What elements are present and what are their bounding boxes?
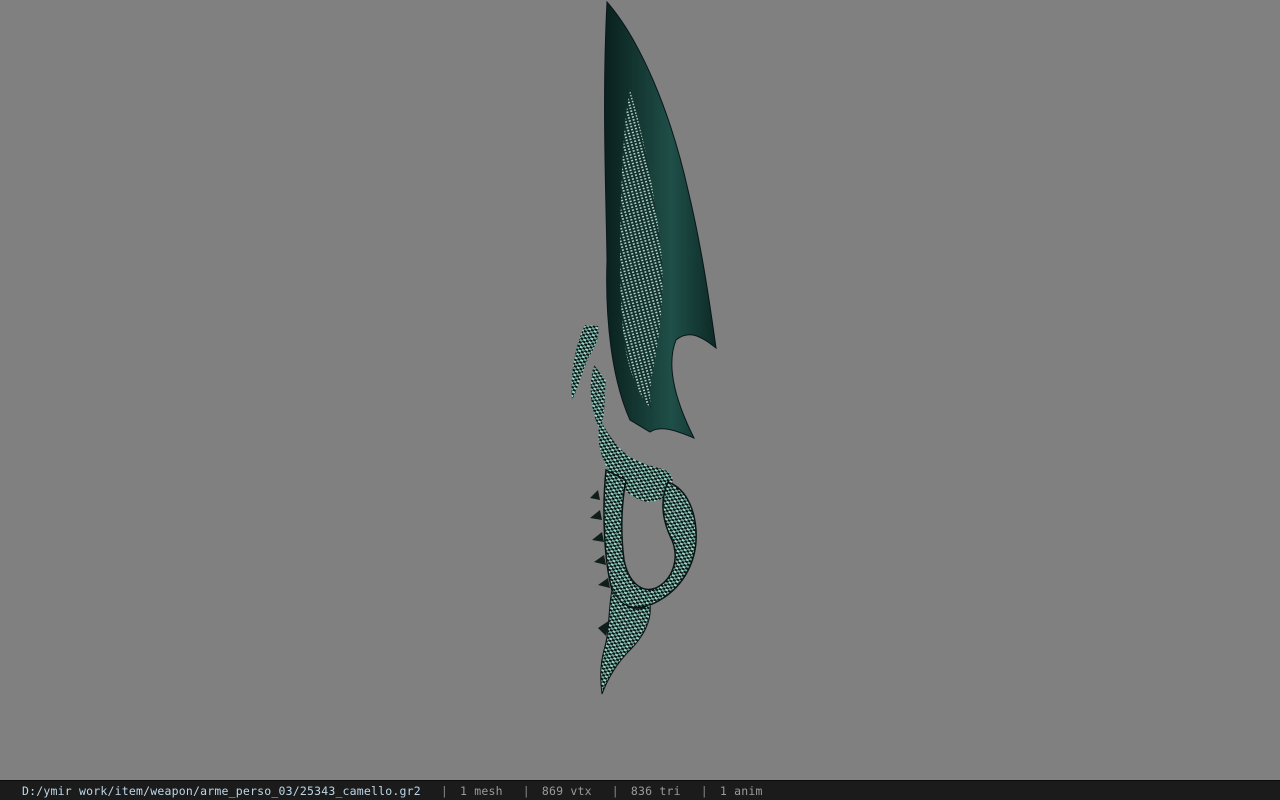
status-separator: | — [522, 783, 530, 798]
anim-count-label: 1 anim — [719, 783, 763, 798]
vertex-count-label: 869 vtx — [541, 783, 592, 798]
file-path-label: D:/ymir work/item/weapon/arme_perso_03/2… — [22, 783, 421, 798]
triangle-count-label: 836 tri — [630, 783, 681, 798]
status-separator: | — [611, 783, 619, 798]
mesh-count-label: 1 mesh — [460, 783, 503, 798]
status-bar: D:/ymir work/item/weapon/arme_perso_03/2… — [0, 780, 1280, 800]
3d-viewport[interactable] — [0, 0, 1280, 780]
status-separator: | — [700, 783, 708, 798]
status-separator: | — [440, 783, 449, 798]
weapon-model — [571, 0, 717, 695]
